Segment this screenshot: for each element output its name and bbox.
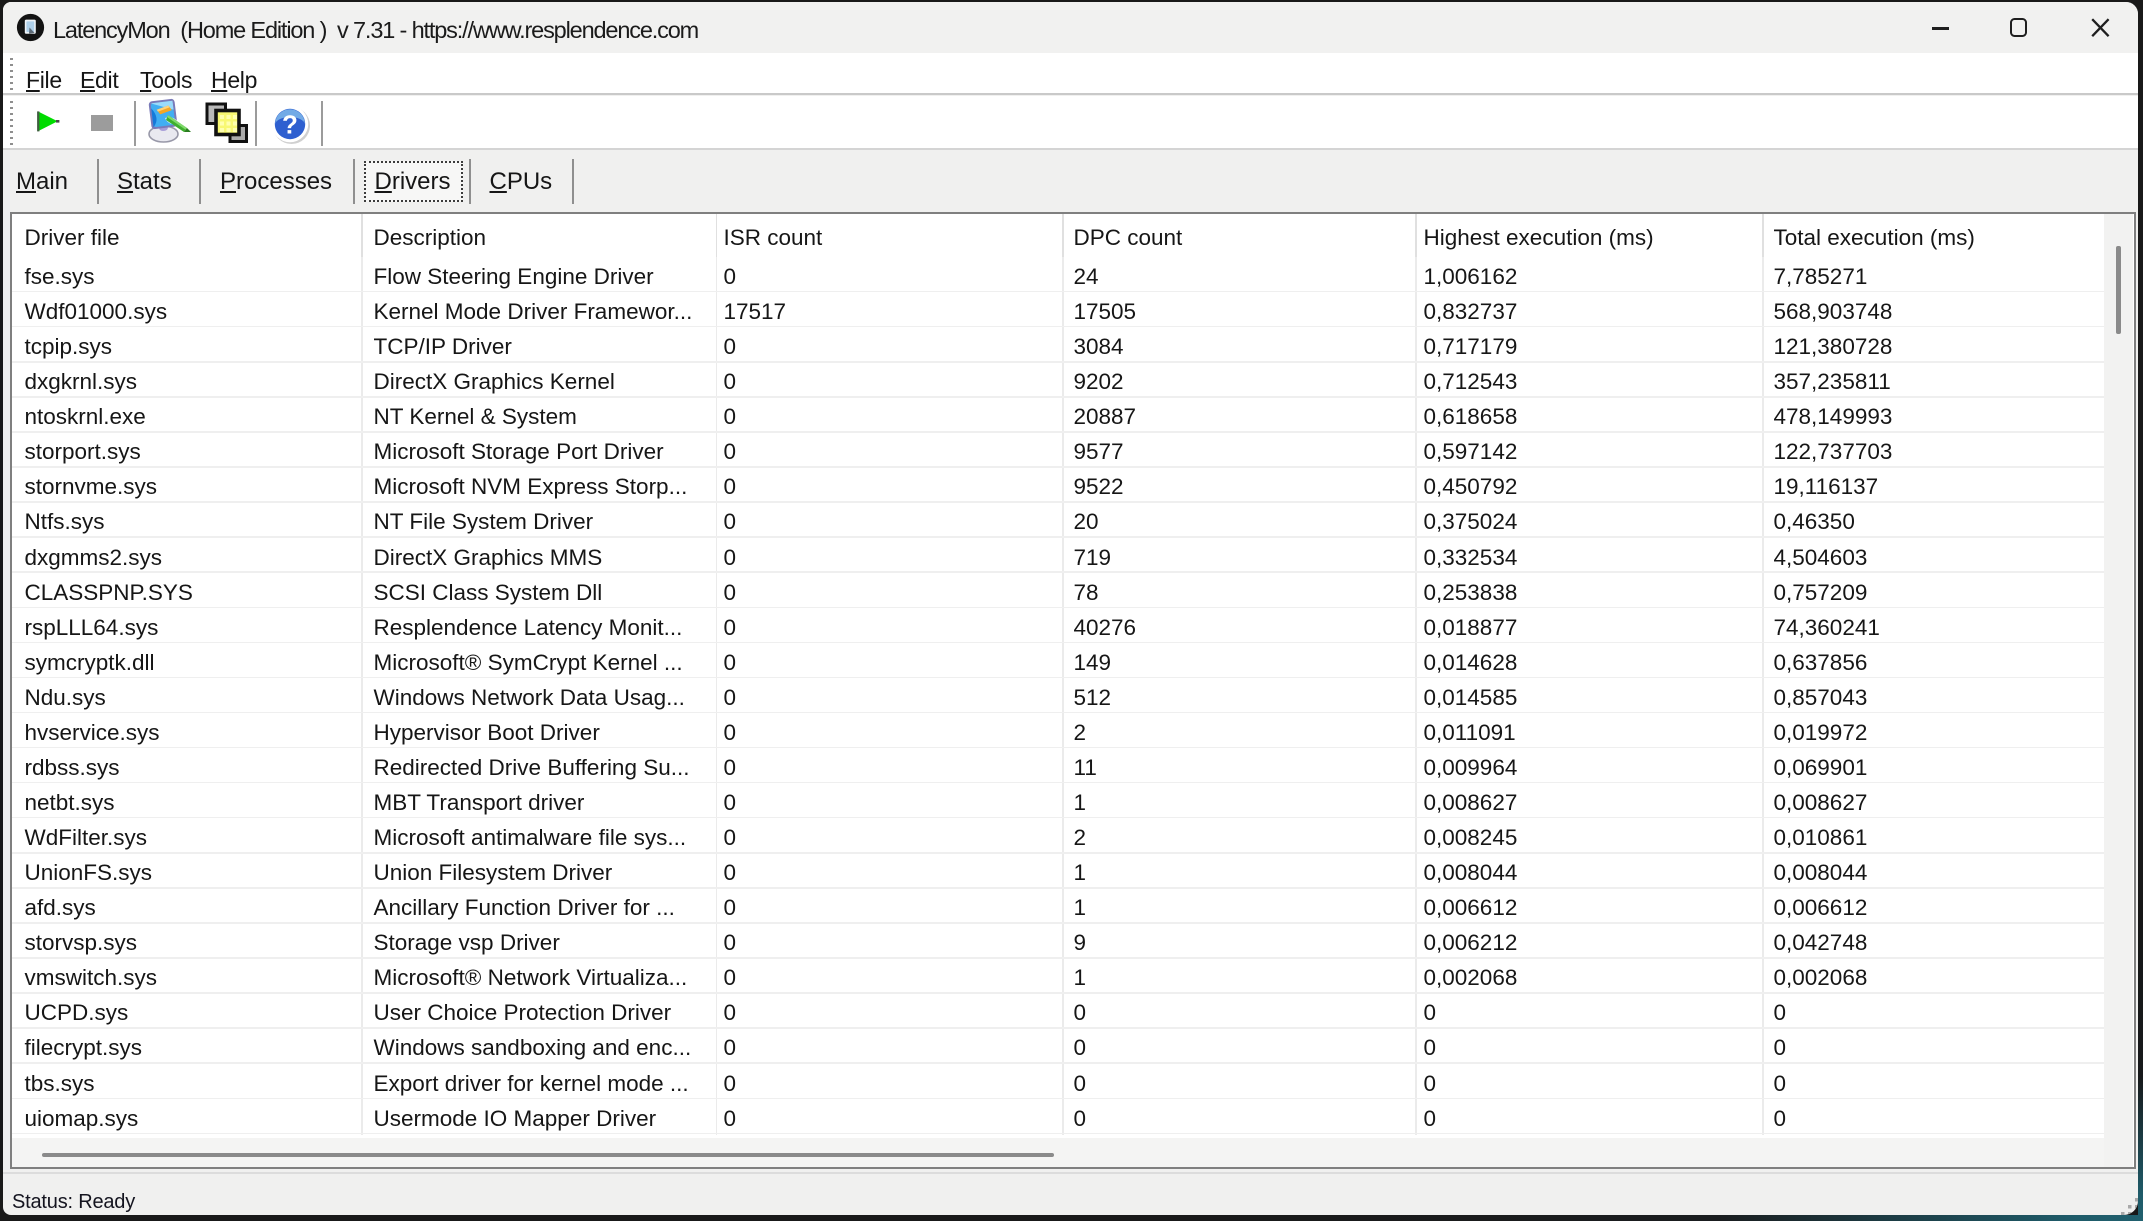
svg-text:?: ? <box>282 110 298 140</box>
